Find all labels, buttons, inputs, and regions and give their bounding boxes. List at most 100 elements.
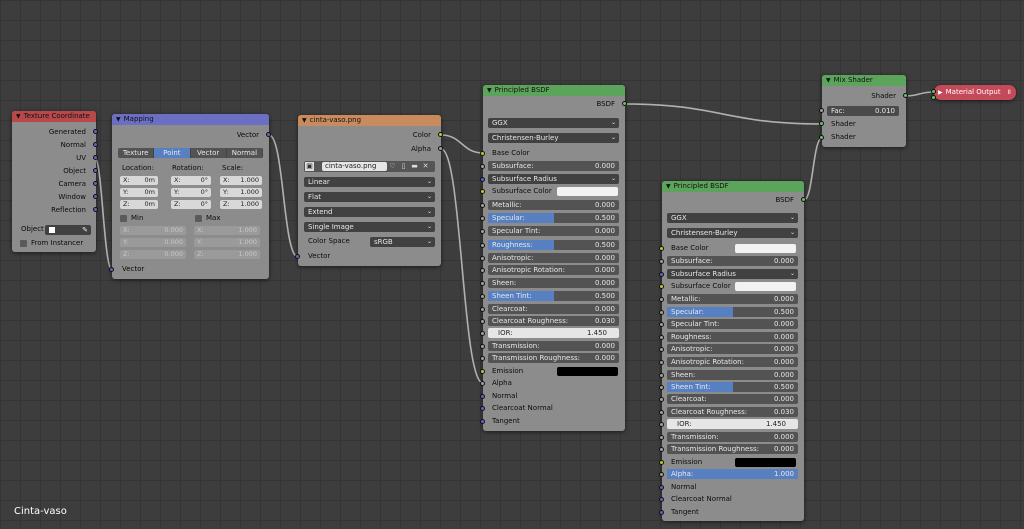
socket-emission-in[interactable] [480,369,485,374]
base-color-swatch[interactable] [735,244,796,253]
sheen-field[interactable]: Sheen: 0.000 [488,278,619,288]
socket-sscolor-in-2[interactable] [659,284,664,289]
socket-sheen-in[interactable] [480,281,485,286]
socket-tangent-in[interactable] [480,419,485,424]
tab-vector[interactable]: Vector [190,148,227,158]
collapse-triangle-icon[interactable]: ▼ [826,75,831,86]
socket-sheentint-in[interactable] [480,294,485,299]
socket-clearcoat-in[interactable] [480,307,485,312]
location-x[interactable]: X: 0m [120,176,158,185]
min-x[interactable]: X: 0.000 [120,226,186,235]
max-checkbox[interactable] [195,215,202,222]
anisotropic-rotation-field[interactable]: Anisotropic Rotation: 0.000 [667,357,798,367]
metallic-field[interactable]: Metallic: 0.000 [488,200,619,210]
node-header[interactable]: ▼ cinta-vaso.png [298,115,441,126]
collapse-triangle-icon[interactable]: ▼ [116,114,121,125]
socket-object[interactable] [93,168,98,173]
eyedropper-icon[interactable]: ✎ [82,225,88,235]
anisotropic-field[interactable]: Anisotropic: 0.000 [667,344,798,354]
socket-bsdf2-out[interactable] [801,197,806,202]
socket-aniso-in-2[interactable] [659,347,664,352]
socket-sheen-in-2[interactable] [659,373,664,378]
socket-alpha-out[interactable] [438,146,443,151]
new-image-icon[interactable]: ▯ [399,162,408,171]
anisotropic-rotation-field[interactable]: Anisotropic Rotation: 0.000 [488,265,619,275]
socket-ccnormal-in-2[interactable] [659,497,664,502]
max-x[interactable]: X: 1.000 [194,226,260,235]
tab-normal[interactable]: Normal [226,148,263,158]
roughness-field[interactable]: Roughness: 0.000 [667,332,798,342]
transmission-roughness-field[interactable]: Transmission Roughness: 0.000 [667,444,798,454]
mix-shader-node[interactable]: ▼ Mix Shader Shader Fac: 0.010 Shader Shad… [822,75,906,147]
ior-field[interactable]: IOR: 1.450 [667,419,798,429]
socket-subsurface-in[interactable] [480,164,485,169]
subsurface-method-dropdown[interactable]: Christensen-Burley ⌄ [488,133,619,143]
socket-alpha-in-2[interactable] [659,472,664,477]
scale-z[interactable]: Z: 1.000 [220,200,262,209]
socket-alpha-in[interactable] [480,381,485,386]
socket-emission-in-2[interactable] [659,460,664,465]
socket-specular-in-2[interactable] [659,310,664,315]
subsurface-field[interactable]: Subsurface: 0.000 [488,161,619,171]
node-header[interactable]: ▼ Mix Shader [822,75,906,86]
metallic-field[interactable]: Metallic: 0.000 [667,294,798,304]
node-header[interactable]: ▼ Principled BSDF [483,85,625,96]
scale-x[interactable]: X: 1.000 [220,176,262,185]
clearcoat-roughness-field[interactable]: Clearcoat Roughness: 0.030 [488,316,619,326]
socket-window[interactable] [93,194,98,199]
socket-ccnormal-in[interactable] [480,406,485,411]
socket-ior-in-2[interactable] [659,422,664,427]
image-browse-icon[interactable]: ▣ [305,162,314,171]
collapse-triangle-icon[interactable]: ▼ [487,85,492,96]
socket-anisorot-in[interactable] [480,268,485,273]
socket-camera[interactable] [93,181,98,186]
socket-anisorot-in-2[interactable] [659,360,664,365]
max-y[interactable]: Y: 1.000 [194,238,260,247]
socket-radius-in[interactable] [480,177,485,182]
texture-coordinate-node[interactable]: ▼ Texture Coordinate Generated Normal UV … [12,111,96,252]
socket-aniso-in[interactable] [480,256,485,261]
socket-fac-in[interactable] [819,108,824,113]
socket-subsurface-in-2[interactable] [659,259,664,264]
node-header[interactable]: ▶ Material Output [934,85,1016,100]
location-z[interactable]: Z: 0m [120,200,158,209]
material-output-node[interactable]: ▶ Material Output ॥ [934,85,1016,100]
fac-field[interactable]: Fac: 0.010 [827,106,899,116]
socket-ccrough-in-2[interactable] [659,410,664,415]
socket-base-color-in-2[interactable] [659,246,664,251]
roughness-field[interactable]: Roughness: 0.500 [488,240,619,250]
transmission-field[interactable]: Transmission: 0.000 [667,432,798,442]
specular-tint-field[interactable]: Specular Tint: 0.000 [488,226,619,236]
close-icon[interactable]: ✕ [421,162,430,171]
node-header[interactable]: ▼ Texture Coordinate [12,111,96,122]
socket-normal-in[interactable] [480,394,485,399]
interpolation-dropdown[interactable]: Linear ⌄ [304,177,435,187]
projection-dropdown[interactable]: Flat ⌄ [304,192,435,202]
socket-metallic-in-2[interactable] [659,297,664,302]
socket-ior-in[interactable] [480,331,485,336]
distribution-dropdown[interactable]: GGX ⌄ [488,118,619,128]
socket-transmission-in-2[interactable] [659,435,664,440]
transmission-field[interactable]: Transmission: 0.000 [488,341,619,351]
socket-transrough-in-2[interactable] [659,447,664,452]
node-header[interactable]: ▼ Mapping [112,114,269,125]
subsurface-radius-dropdown[interactable]: Subsurface Radius ⌄ [488,174,619,184]
socket-output-surface-in[interactable] [931,89,936,94]
image-name[interactable]: cinta-vaso.png [322,162,387,171]
socket-mapping-in[interactable] [109,267,114,272]
emission-color-swatch[interactable] [735,458,796,467]
location-y[interactable]: Y: 0m [120,188,158,197]
sheen-field[interactable]: Sheen: 0.000 [667,370,798,380]
rotation-z[interactable]: Z: 0° [171,200,211,209]
source-dropdown[interactable]: Single Image ⌄ [304,222,435,232]
socket-radius-in-2[interactable] [659,272,664,277]
socket-normal-in-2[interactable] [659,485,664,490]
pause-icon[interactable]: ॥ [1007,85,1011,100]
socket-shader1-in[interactable] [819,121,824,126]
socket-generated[interactable] [93,129,98,134]
mapping-type-tabs[interactable]: Texture Point Vector Normal [118,148,263,158]
sheen-tint-field[interactable]: Sheen Tint: 0.500 [667,382,798,392]
fake-user-shield-icon[interactable]: ♡ [388,162,397,171]
socket-metallic-in[interactable] [480,203,485,208]
socket-sheentint-in-2[interactable] [659,385,664,390]
